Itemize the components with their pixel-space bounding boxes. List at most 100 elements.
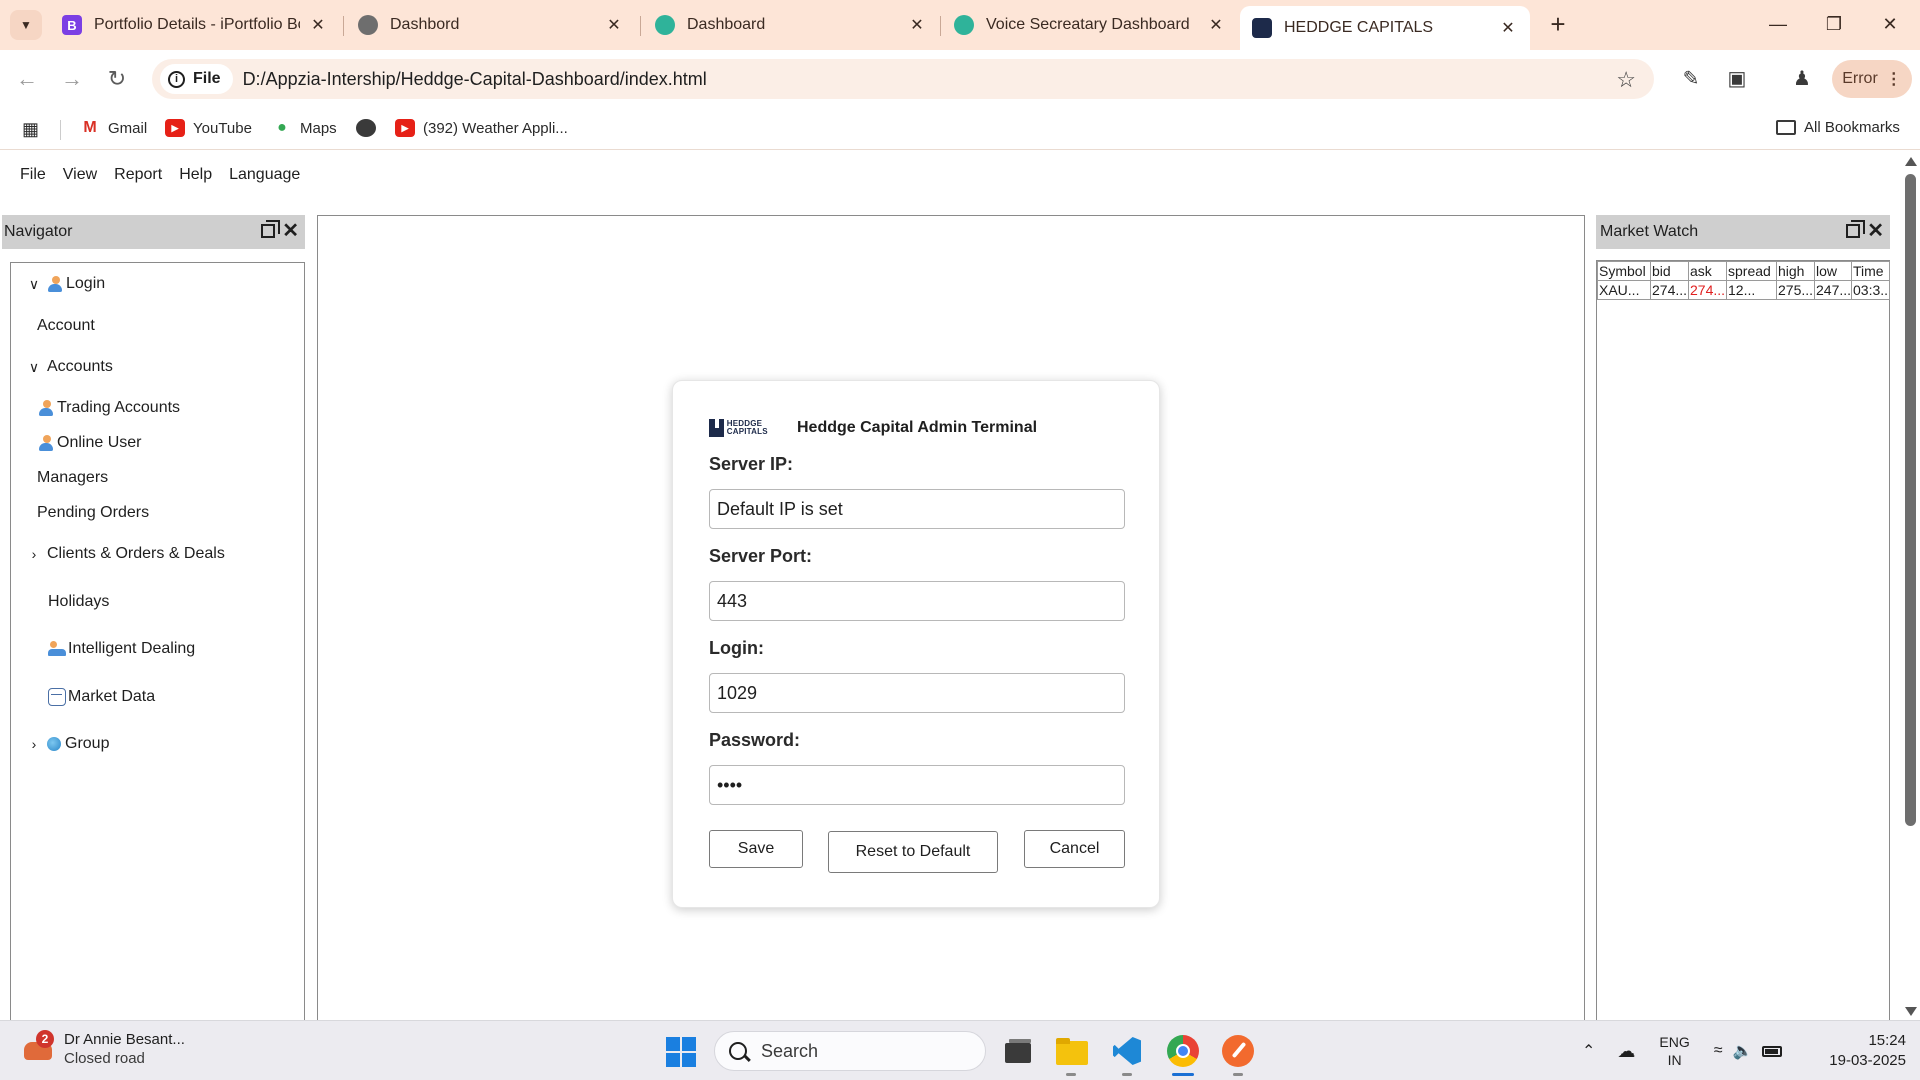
menu-help[interactable]: Help xyxy=(179,166,212,184)
bookmark-maps[interactable]: ● Maps xyxy=(272,119,337,137)
restore-icon[interactable] xyxy=(261,220,280,238)
tree-item-holidays[interactable]: Holidays xyxy=(48,593,109,611)
apps-grid-icon[interactable]: ▦ xyxy=(22,119,39,140)
bookmark-gmail[interactable]: M Gmail xyxy=(80,119,147,137)
table-row[interactable]: XAU... 274... 274... 12... 275... 247...… xyxy=(1597,280,1890,300)
password-input[interactable] xyxy=(709,765,1125,805)
tree-item-accounts[interactable]: ∨ Accounts xyxy=(25,358,113,376)
tab-dashboard[interactable]: Dashboard ✕ xyxy=(643,6,939,44)
windows-taskbar: 2 Dr Annie Besant... Closed road Search … xyxy=(0,1020,1920,1080)
login-input[interactable] xyxy=(709,673,1125,713)
taskbar-search[interactable]: Search xyxy=(714,1031,986,1071)
bookmark-label: YouTube xyxy=(193,119,252,137)
star-icon[interactable]: ☆ xyxy=(1616,67,1636,93)
tree-item-managers[interactable]: Managers xyxy=(37,469,108,487)
app-orange-icon[interactable] xyxy=(1220,1033,1256,1069)
battery-icon[interactable] xyxy=(1762,1045,1783,1057)
menu-file[interactable]: File xyxy=(20,166,46,184)
tree-item-account[interactable]: Account xyxy=(37,317,95,335)
pen-icon[interactable]: ✎ xyxy=(1678,66,1704,92)
profile-icon[interactable]: ♟ xyxy=(1789,66,1815,92)
close-window-button[interactable]: ✕ xyxy=(1862,8,1918,40)
market-watch-title: Market Watch xyxy=(1600,223,1699,240)
bookmark-weather[interactable]: ▶ (392) Weather Appli... xyxy=(395,119,568,137)
table-cell: 274... xyxy=(1650,280,1689,300)
cloud-sync-icon[interactable]: ☁ xyxy=(1617,1041,1635,1062)
all-bookmarks-button[interactable]: All Bookmarks xyxy=(1776,119,1900,136)
scrollbar-thumb[interactable] xyxy=(1905,174,1916,826)
tree-label: Group xyxy=(65,735,110,752)
scroll-up-arrow-icon[interactable] xyxy=(1905,157,1917,166)
new-tab-button[interactable]: + xyxy=(1543,10,1573,40)
bookmark-globe[interactable] xyxy=(356,119,384,137)
tree-item-trading-accounts[interactable]: Trading Accounts xyxy=(38,399,180,417)
menu-view[interactable]: View xyxy=(63,166,97,184)
close-icon[interactable]: ✕ xyxy=(308,15,328,35)
tree-item-pending-orders[interactable]: Pending Orders xyxy=(37,504,149,522)
file-explorer-icon[interactable] xyxy=(1054,1033,1090,1069)
url-text[interactable]: D:/Appzia-Intership/Heddge-Capital-Dashb… xyxy=(243,69,707,90)
close-icon[interactable]: ✕ xyxy=(1867,220,1884,242)
back-button[interactable]: ← xyxy=(14,66,40,92)
close-icon[interactable]: ✕ xyxy=(1498,18,1518,38)
chevron-up-icon[interactable]: ⌃ xyxy=(1582,1041,1595,1061)
weather-widget[interactable]: 2 Dr Annie Besant... Closed road xyxy=(24,1030,185,1067)
extensions-icon[interactable]: ▣ xyxy=(1724,66,1750,92)
tab-portfolio[interactable]: B Portfolio Details - iPortfolio Boo ✕ xyxy=(50,6,340,44)
table-cell: 12... xyxy=(1726,280,1777,300)
close-icon[interactable]: ✕ xyxy=(907,15,927,35)
vscode-icon[interactable] xyxy=(1109,1033,1145,1069)
bookmark-youtube[interactable]: ▶ YouTube xyxy=(165,119,252,137)
tab-heddge-capitals[interactable]: HEDDGE CAPITALS ✕ xyxy=(1240,6,1530,50)
address-bar[interactable]: i File D:/Appzia-Intership/Heddge-Capita… xyxy=(152,59,1654,99)
task-view-icon[interactable] xyxy=(1001,1033,1037,1069)
tab-search-button[interactable]: ▼ xyxy=(10,10,42,40)
chrome-icon[interactable] xyxy=(1165,1033,1201,1069)
cancel-button[interactable]: Cancel xyxy=(1024,830,1125,868)
column-header[interactable]: ask xyxy=(1688,261,1727,281)
close-icon[interactable]: ✕ xyxy=(282,220,299,242)
server-ip-input[interactable] xyxy=(709,489,1125,529)
volume-icon[interactable]: 🔈 xyxy=(1733,1041,1753,1061)
reset-to-default-button[interactable]: Reset to Default xyxy=(828,831,998,873)
column-header[interactable]: bid xyxy=(1650,261,1689,281)
close-icon[interactable]: ✕ xyxy=(1206,15,1226,35)
menu-language[interactable]: Language xyxy=(229,166,300,184)
site-info-chip[interactable]: i File xyxy=(160,64,233,94)
tab-title: Dashboard xyxy=(687,16,766,33)
chevron-down-icon: ▼ xyxy=(20,18,32,32)
close-icon[interactable]: ✕ xyxy=(604,15,624,35)
clock[interactable]: 15:24 19-03-2025 xyxy=(1816,1031,1906,1071)
column-header[interactable]: high xyxy=(1776,261,1815,281)
forward-button[interactable]: → xyxy=(59,66,85,92)
navigator-title: Navigator xyxy=(4,223,73,240)
column-header[interactable]: low xyxy=(1814,261,1852,281)
restore-button[interactable]: ❐ xyxy=(1806,8,1862,40)
save-button[interactable]: Save xyxy=(709,830,803,868)
market-watch-header: Market Watch ✕ xyxy=(1596,215,1890,249)
server-port-input[interactable] xyxy=(709,581,1125,621)
tree-item-login[interactable]: ∨ Login xyxy=(25,275,105,293)
restore-icon[interactable] xyxy=(1846,220,1865,238)
wifi-icon[interactable]: ≈ xyxy=(1714,1042,1723,1060)
menu-report[interactable]: Report xyxy=(114,166,162,184)
tab-voice-secretary[interactable]: Voice Secreatary Dashboard ✕ xyxy=(942,6,1238,44)
column-header[interactable]: Symbol xyxy=(1597,261,1651,281)
tab-dashbord[interactable]: Dashbord ✕ xyxy=(346,6,636,44)
column-header[interactable]: spread xyxy=(1726,261,1777,281)
tree-item-market-data[interactable]: Market Data xyxy=(48,688,155,706)
windows-start-icon[interactable] xyxy=(666,1037,696,1067)
page-scrollbar[interactable] xyxy=(1902,151,1918,1020)
language-indicator[interactable]: ENG IN xyxy=(1659,1033,1689,1069)
globe-icon xyxy=(47,737,61,751)
scroll-down-arrow-icon[interactable] xyxy=(1905,1007,1917,1016)
tree-item-intelligent-dealing[interactable]: Intelligent Dealing xyxy=(48,640,195,658)
tree-item-group[interactable]: › Group xyxy=(25,735,110,753)
reload-button[interactable]: ↻ xyxy=(104,66,130,92)
column-header[interactable]: Time xyxy=(1851,261,1890,281)
minimize-button[interactable]: — xyxy=(1750,8,1806,40)
profile-error-button[interactable]: Error ⋮ xyxy=(1832,60,1912,98)
market-watch-panel: Market Watch ✕ Symbol bid ask spread hig… xyxy=(1596,215,1890,1020)
tree-item-clients-orders-deals[interactable]: › Clients & Orders & Deals xyxy=(25,545,225,563)
tree-item-online-user[interactable]: Online User xyxy=(38,434,141,452)
